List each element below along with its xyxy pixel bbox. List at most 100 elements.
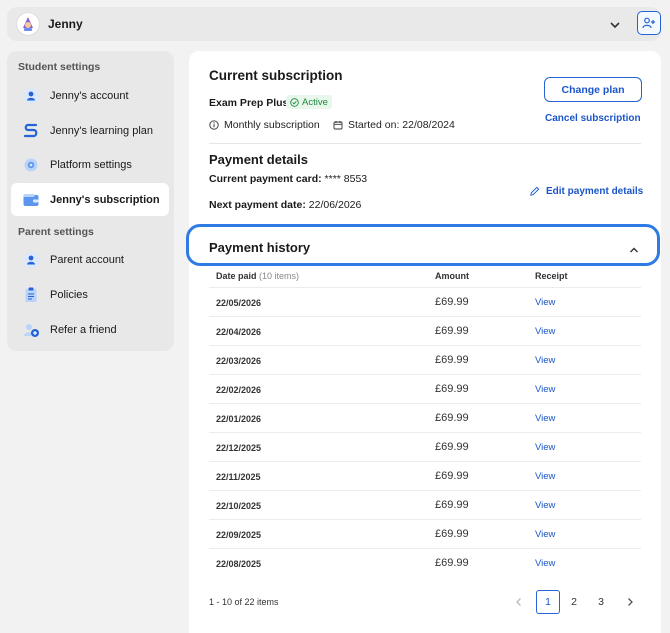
view-receipt-link[interactable]: View — [535, 355, 555, 366]
row-amount: £69.99 — [435, 528, 469, 540]
row-amount: £69.99 — [435, 470, 469, 482]
calendar-icon — [333, 121, 343, 130]
row-date: 22/08/2025 — [216, 559, 262, 569]
cancel-subscription-link[interactable]: Cancel subscription — [545, 113, 641, 124]
sidebar-item-label: Parent account — [50, 253, 124, 266]
table-row: 22/11/2025 £69.99 View — [209, 461, 641, 490]
previous-page-button[interactable] — [507, 590, 531, 614]
row-amount: £69.99 — [435, 325, 469, 337]
current-subscription-heading: Current subscription — [209, 68, 343, 83]
table-row: 22/12/2025 £69.99 View — [209, 432, 641, 461]
payment-details-heading: Payment details — [209, 152, 308, 167]
date-header-label: Date paid — [216, 271, 257, 281]
view-receipt-link[interactable]: View — [535, 500, 555, 511]
next-page-button[interactable] — [618, 590, 642, 614]
add-user-icon — [642, 17, 655, 29]
payment-card-row: Current payment card: **** 8553 — [209, 173, 367, 185]
receipt-column-header: Receipt — [535, 271, 568, 281]
view-receipt-link[interactable]: View — [535, 297, 555, 308]
row-amount: £69.99 — [435, 557, 469, 569]
view-receipt-link[interactable]: View — [535, 529, 555, 540]
page-button-3[interactable]: 3 — [589, 590, 613, 614]
chevron-right-icon — [628, 598, 633, 606]
sidebar-item-label: Platform settings — [50, 158, 132, 171]
sidebar-item-label: Jenny's learning plan — [50, 124, 154, 137]
chevron-down-icon[interactable] — [609, 18, 621, 36]
view-receipt-link[interactable]: View — [535, 413, 555, 424]
view-receipt-link[interactable]: View — [535, 326, 555, 337]
sidebar-item-account[interactable]: Jenny's account — [11, 79, 169, 112]
row-date: 22/03/2026 — [216, 356, 262, 366]
table-row: 22/09/2025 £69.99 View — [209, 519, 641, 548]
page-button-1[interactable]: 1 — [536, 590, 560, 614]
row-date: 22/04/2026 — [216, 327, 262, 337]
status-label: Active — [302, 96, 328, 108]
sidebar-item-platform-settings[interactable]: Platform settings — [11, 148, 169, 181]
sidebar-item-label: Refer a friend — [50, 323, 117, 336]
clipboard-icon — [21, 285, 41, 305]
student-settings-title: Student settings — [18, 61, 101, 73]
view-receipt-link[interactable]: View — [535, 384, 555, 395]
gear-icon — [21, 155, 41, 175]
row-date: 22/12/2025 — [216, 443, 262, 453]
refer-icon — [21, 320, 41, 340]
user-name: Jenny — [48, 17, 83, 31]
sidebar-item-label: Jenny's account — [50, 89, 129, 102]
parent-settings-title: Parent settings — [18, 226, 94, 238]
sidebar-item-label: Jenny's subscription — [50, 193, 160, 206]
subscription-panel: Current subscription Exam Prep Plus Acti… — [189, 51, 661, 633]
payment-history-header[interactable]: Payment history — [186, 224, 660, 266]
add-user-button[interactable] — [637, 11, 661, 35]
top-bar: Jenny — [7, 7, 661, 41]
sidebar-item-parent-account[interactable]: Parent account — [11, 243, 169, 276]
chevron-up-icon[interactable] — [629, 242, 639, 260]
table-row: 22/10/2025 £69.99 View — [209, 490, 641, 519]
view-receipt-link[interactable]: View — [535, 471, 555, 482]
frequency-label: Monthly subscription — [224, 119, 320, 131]
row-amount: £69.99 — [435, 499, 469, 511]
sidebar-item-learning-plan[interactable]: Jenny's learning plan — [11, 114, 169, 147]
edit-payment-label: Edit payment details — [546, 186, 644, 197]
row-amount: £69.99 — [435, 412, 469, 424]
sidebar-item-label: Policies — [50, 288, 88, 301]
sidebar-item-policies[interactable]: Policies — [11, 278, 169, 311]
sidebar-item-subscription[interactable]: Jenny's subscription — [11, 183, 169, 216]
table-row: 22/02/2026 £69.99 View — [209, 374, 641, 403]
edit-payment-link[interactable]: Edit payment details — [529, 186, 643, 197]
plan-name: Exam Prep Plus — [209, 97, 289, 109]
info-icon — [209, 120, 219, 130]
sidebar: Student settings Jenny's account Jenny's… — [7, 51, 174, 351]
row-date: 22/02/2026 — [216, 385, 262, 395]
table-row: 22/05/2026 £69.99 View — [209, 287, 641, 316]
view-receipt-link[interactable]: View — [535, 558, 555, 569]
table-row: 22/03/2026 £69.99 View — [209, 345, 641, 374]
row-date: 22/11/2025 — [216, 472, 261, 482]
status-badge: Active — [286, 95, 332, 109]
row-amount: £69.99 — [435, 296, 469, 308]
row-date: 22/09/2025 — [216, 530, 262, 540]
row-amount: £69.99 — [435, 441, 469, 453]
avatar[interactable] — [16, 12, 40, 36]
change-plan-button[interactable]: Change plan — [544, 77, 642, 102]
payment-card-value: **** 8553 — [324, 173, 368, 185]
view-receipt-link[interactable]: View — [535, 442, 555, 453]
row-amount: £69.99 — [435, 354, 469, 366]
page-button-2[interactable]: 2 — [562, 590, 586, 614]
divider — [209, 143, 641, 144]
pagination-range: 1 - 10 of 22 items — [209, 597, 279, 607]
row-date: 22/01/2026 — [216, 414, 262, 424]
row-date: 22/10/2025 — [216, 501, 262, 511]
frequency-info: Monthly subscription — [209, 119, 320, 131]
path-icon — [21, 121, 41, 141]
start-date-info: Started on: 22/08/2024 — [333, 119, 455, 131]
start-date-label: Started on: 22/08/2024 — [348, 119, 455, 131]
sidebar-item-refer[interactable]: Refer a friend — [11, 313, 169, 346]
table-row: 22/04/2026 £69.99 View — [209, 316, 641, 345]
row-amount: £69.99 — [435, 383, 469, 395]
next-payment-label: Next payment date: — [209, 199, 306, 211]
payment-card-label: Current payment card: — [209, 173, 322, 185]
table-row: 22/01/2026 £69.99 View — [209, 403, 641, 432]
payment-history-heading: Payment history — [209, 240, 311, 255]
pencil-icon — [530, 186, 540, 196]
row-date: 22/05/2026 — [216, 298, 262, 308]
